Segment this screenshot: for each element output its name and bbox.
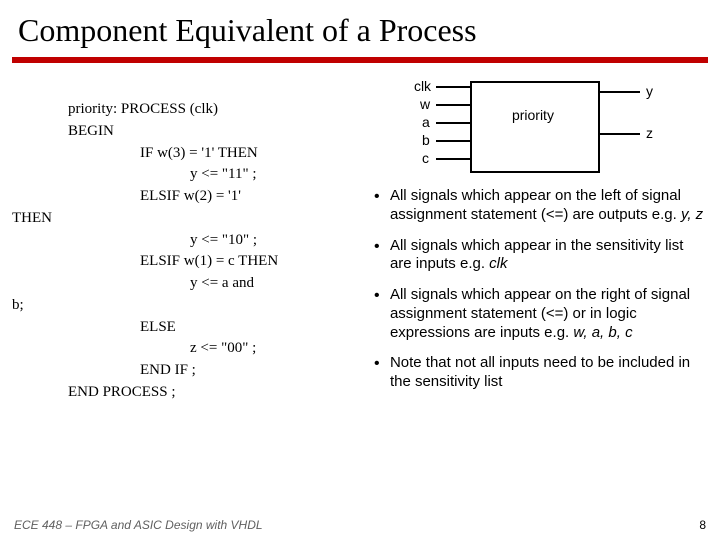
code-line: THEN	[12, 208, 370, 230]
wire	[600, 91, 640, 93]
code-line: z <= "00" ;	[12, 338, 370, 360]
output-label: y	[646, 83, 653, 99]
code-line: BEGIN	[12, 121, 370, 143]
footer: ECE 448 – FPGA and ASIC Design with VHDL…	[14, 518, 706, 532]
code-block: priority: PROCESS (clk) BEGIN IF w(3) = …	[12, 77, 370, 404]
code-line: y <= "10" ;	[12, 230, 370, 252]
bullet-emph: y, z	[681, 206, 703, 223]
bullet-item: Note that not all inputs need to be incl…	[372, 354, 708, 392]
input-label: clk	[414, 78, 431, 94]
input-label: b	[422, 132, 430, 148]
footer-course: ECE 448 – FPGA and ASIC Design with VHDL	[14, 518, 263, 532]
bullet-text: All signals which appear on the left of …	[390, 187, 681, 223]
code-line: priority: PROCESS (clk)	[12, 99, 370, 121]
right-column: priority clk w a b c y z All signals whi…	[370, 77, 708, 404]
bullet-item: All signals which appear on the left of …	[372, 187, 708, 225]
code-line: ELSIF w(2) = '1'	[12, 186, 370, 208]
block-diagram: priority clk w a b c y z	[370, 77, 708, 177]
bullet-text: All signals which appear on the right of…	[390, 286, 690, 341]
code-line: END PROCESS ;	[12, 382, 370, 404]
code-line: y <= a and	[12, 273, 370, 295]
code-line: b;	[12, 295, 370, 317]
page-number: 8	[699, 518, 706, 532]
priority-block	[470, 81, 600, 173]
wire	[436, 86, 470, 88]
input-label: a	[422, 114, 430, 130]
wire	[600, 133, 640, 135]
bullet-emph: clk	[489, 255, 507, 272]
input-label: c	[422, 150, 429, 166]
output-label: z	[646, 125, 653, 141]
content-area: priority: PROCESS (clk) BEGIN IF w(3) = …	[0, 63, 720, 404]
code-line: IF w(3) = '1' THEN	[12, 143, 370, 165]
code-line: END IF ;	[12, 360, 370, 382]
code-line: ELSE	[12, 317, 370, 339]
code-line: ELSIF w(1) = c THEN	[12, 251, 370, 273]
bullet-list: All signals which appear on the left of …	[370, 187, 708, 392]
wire	[436, 158, 470, 160]
block-label: priority	[512, 107, 554, 123]
bullet-emph: w, a, b, c	[573, 324, 632, 341]
bullet-item: All signals which appear in the sensitiv…	[372, 237, 708, 275]
input-label: w	[420, 96, 430, 112]
bullet-item: All signals which appear on the right of…	[372, 286, 708, 342]
slide-title: Component Equivalent of a Process	[0, 0, 720, 57]
wire	[436, 122, 470, 124]
bullet-text: Note that not all inputs need to be incl…	[390, 354, 690, 390]
wire	[436, 140, 470, 142]
wire	[436, 104, 470, 106]
code-line: y <= "11" ;	[12, 164, 370, 186]
bullet-text: All signals which appear in the sensitiv…	[390, 237, 683, 273]
